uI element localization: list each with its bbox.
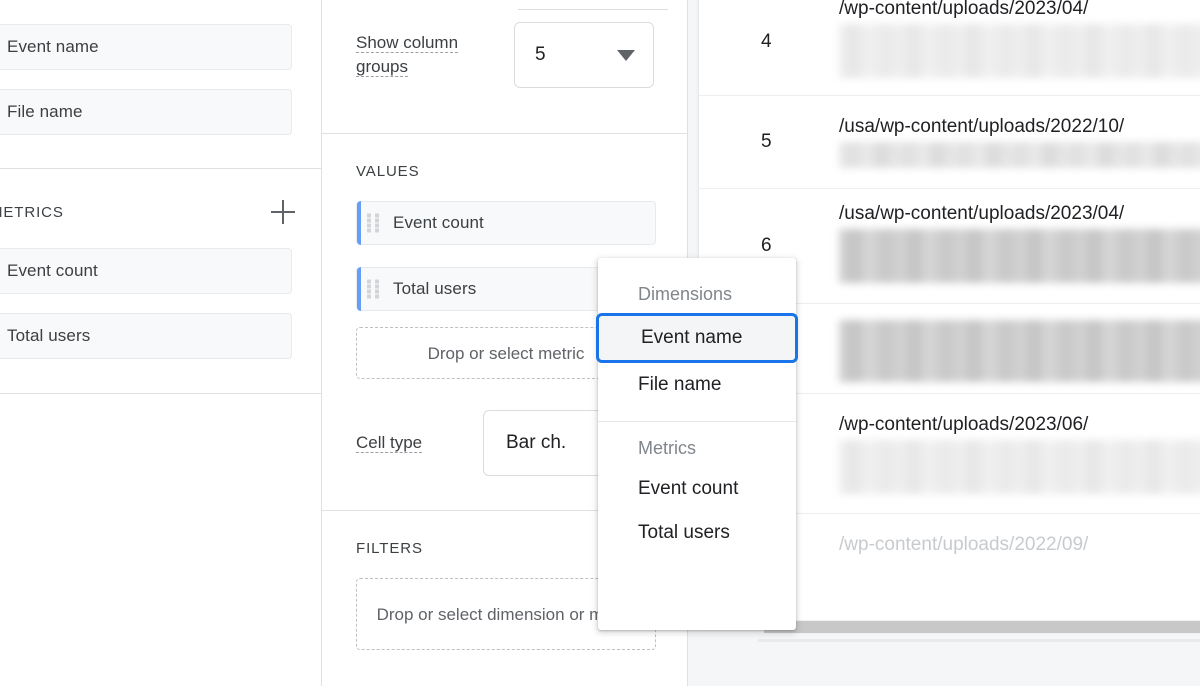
show-column-groups-label: Show column groups [356, 33, 459, 77]
dropdown-item-label: Total users [638, 522, 730, 543]
dimension-chip-file-name[interactable]: File name [0, 89, 292, 135]
dropdown-separator [598, 421, 796, 422]
table-row-number: 4 [761, 30, 772, 52]
drag-handle-icon[interactable] [367, 279, 379, 299]
dropdown-item-total-users[interactable]: Total users [598, 511, 796, 555]
dropdown-item-label: File name [638, 374, 722, 395]
table-row-url: /usa/wp-content/uploads/2022/10/ [839, 116, 1125, 137]
blurred-content [839, 320, 1200, 382]
add-metric-plus-icon[interactable] [268, 197, 298, 227]
blurred-content [839, 142, 1200, 168]
field-picker-dropdown[interactable]: Dimensions Event name File name Metrics … [596, 258, 798, 630]
cell-type-row: Cell type Bar ch. [322, 410, 633, 476]
table-card-bottom-edge [758, 639, 1200, 642]
dropdown-item-event-count[interactable]: Event count [598, 467, 796, 511]
panel-section-divider [0, 393, 322, 394]
table-row-url: /wp-content/uploads/2022/09/ [839, 534, 1089, 555]
value-chip-label: Total users [393, 279, 477, 298]
blurred-content [839, 440, 1200, 494]
metric-chip-label: Total users [7, 326, 91, 345]
blurred-content [839, 24, 1200, 78]
dropdown-group-label-dimensions: Dimensions [638, 284, 733, 304]
value-chip-event-count[interactable]: Event count [356, 201, 656, 245]
dropdown-group-label-metrics: Metrics [638, 438, 696, 458]
values-section-title: VALUES [356, 163, 420, 180]
dimension-chip-label: File name [7, 102, 83, 121]
clipped-control-underline [518, 9, 668, 10]
chevron-down-icon[interactable] [617, 49, 635, 61]
filters-section-title: FILTERS [356, 540, 423, 557]
dropdown-item-label: Event name [641, 327, 743, 348]
dimension-chip-label: Event name [7, 37, 99, 56]
dropdown-item-file-name[interactable]: File name [598, 363, 796, 407]
table-row[interactable]: 4 /wp-content/uploads/2023/04/ [699, 0, 1200, 96]
drag-handle-icon[interactable] [367, 213, 379, 233]
clipped-control-above [322, 0, 688, 11]
cell-type-value: Bar ch. [506, 432, 567, 453]
table-row-number: 6 [761, 235, 772, 256]
metric-chip-label: Event count [7, 261, 98, 280]
table-row-url: /wp-content/uploads/2023/04/ [839, 0, 1089, 19]
metrics-section-title: METRICS [0, 203, 64, 221]
value-chip-label: Event count [393, 213, 484, 232]
panel-section-divider [0, 168, 322, 169]
cell-type-label: Cell type [356, 433, 423, 453]
dropdown-item-label: Event count [638, 478, 739, 499]
metric-chip-total-users[interactable]: Total users [0, 313, 292, 359]
dimensions-metrics-panel: Event name File name METRICS Event count [0, 0, 322, 686]
metric-chip-event-count[interactable]: Event count [0, 248, 292, 294]
table-row-number: 5 [761, 131, 772, 152]
report-builder-screen: Event name File name METRICS Event count [0, 0, 1200, 686]
metrics-section-header: METRICS [0, 185, 322, 239]
table-row-url: /wp-content/uploads/2023/06/ [839, 414, 1089, 435]
show-column-groups-value: 5 [535, 44, 546, 65]
show-column-groups-select[interactable]: 5 [514, 22, 654, 88]
dropdown-item-event-name[interactable]: Event name [596, 313, 798, 363]
dimension-chip-event-name[interactable]: Event name [0, 24, 292, 70]
settings-divider [322, 133, 688, 134]
show-column-groups-row: Show column groups 5 [322, 0, 687, 88]
horizontal-scrollbar[interactable] [764, 620, 1200, 634]
horizontal-scrollbar-thumb[interactable] [764, 621, 1200, 633]
table-row[interactable]: 5 /usa/wp-content/uploads/2022/10/ [699, 96, 1200, 189]
table-row-url: /usa/wp-content/uploads/2023/04/ [839, 203, 1125, 224]
values-dropzone-placeholder: Drop or select metric [427, 343, 585, 363]
blurred-content [839, 229, 1200, 283]
filters-dropzone-placeholder: Drop or select dimension or metric [376, 604, 636, 624]
